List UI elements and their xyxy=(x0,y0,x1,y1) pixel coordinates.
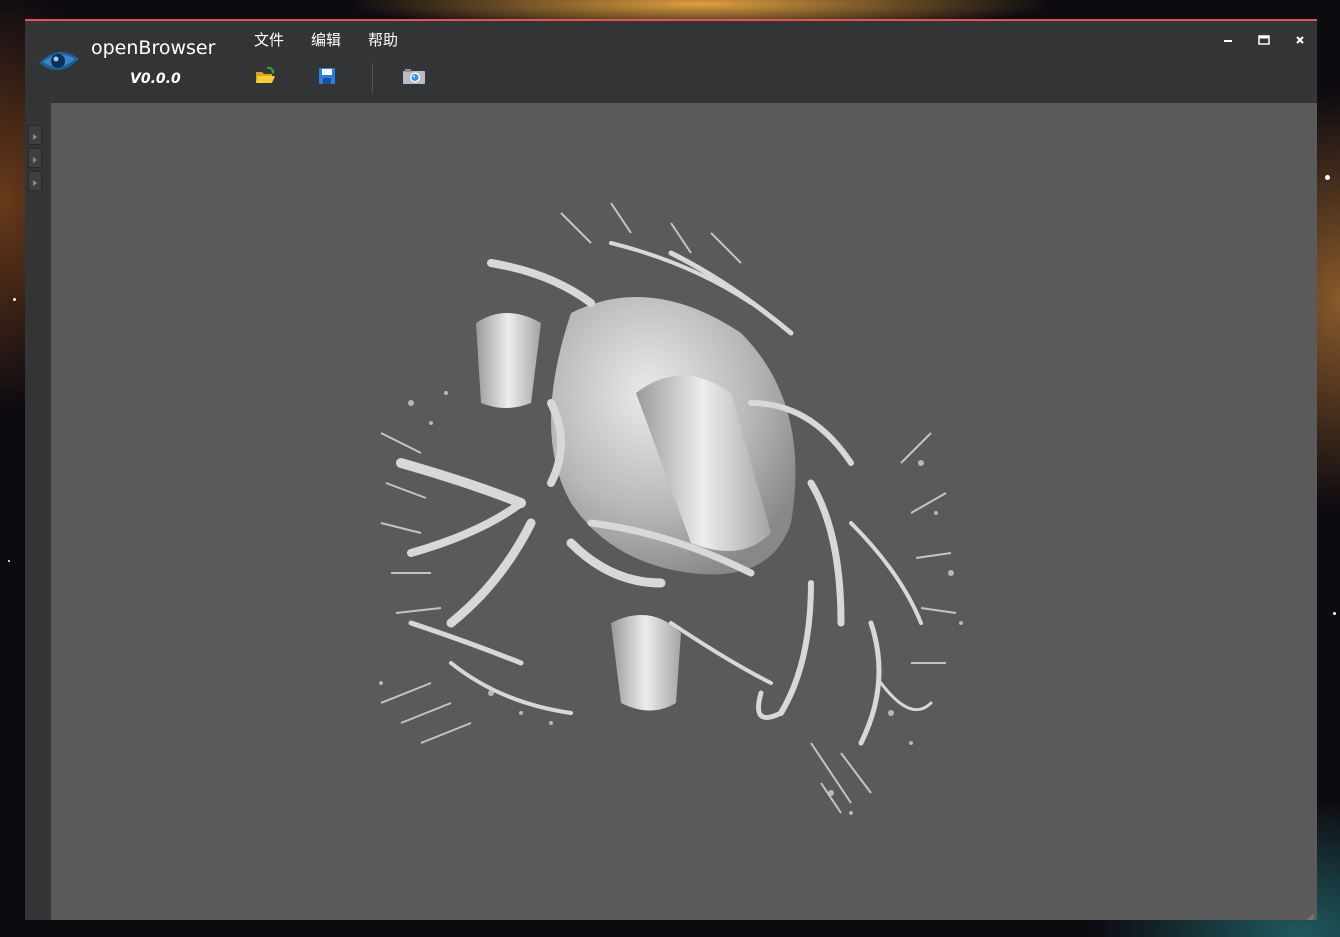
background-star xyxy=(1325,175,1330,180)
camera-icon xyxy=(402,67,426,89)
eye-logo-icon xyxy=(37,43,81,79)
title-bar[interactable]: openBrowser V0.0.0 文件 编辑 帮助 xyxy=(25,21,1317,103)
toolbar xyxy=(254,63,425,93)
maximize-icon xyxy=(1258,31,1270,50)
volume-render-model xyxy=(379,202,963,815)
side-panel-toggle-3[interactable] xyxy=(28,171,42,191)
close-icon xyxy=(1294,31,1306,50)
side-panel-toggle-1[interactable] xyxy=(28,125,42,145)
save-icon xyxy=(318,67,336,89)
resize-grip-icon[interactable] xyxy=(1305,908,1315,920)
menu-edit[interactable]: 编辑 xyxy=(311,29,341,50)
background-star xyxy=(13,298,16,301)
close-button[interactable] xyxy=(1291,31,1309,49)
menu-help[interactable]: 帮助 xyxy=(368,29,398,50)
app-title: openBrowser xyxy=(91,37,216,59)
app-window: openBrowser V0.0.0 文件 编辑 帮助 xyxy=(25,19,1317,920)
expand-arrow-icon xyxy=(32,172,38,191)
open-folder-icon xyxy=(254,66,276,90)
open-folder-button[interactable] xyxy=(254,66,276,90)
background-star xyxy=(1333,612,1336,615)
minimize-icon xyxy=(1222,31,1234,50)
app-version: V0.0.0 xyxy=(130,71,181,87)
left-side-panel xyxy=(25,103,51,920)
background-star xyxy=(8,560,10,562)
screenshot-button[interactable] xyxy=(403,67,425,89)
save-button[interactable] xyxy=(316,67,338,89)
maximize-button[interactable] xyxy=(1255,31,1273,49)
menu-file[interactable]: 文件 xyxy=(254,29,284,50)
minimize-button[interactable] xyxy=(1219,31,1237,49)
expand-arrow-icon xyxy=(32,126,38,145)
window-controls xyxy=(1219,31,1309,49)
menu-bar: 文件 编辑 帮助 xyxy=(254,29,398,50)
side-panel-toggle-2[interactable] xyxy=(28,148,42,168)
toolbar-separator xyxy=(372,63,373,93)
expand-arrow-icon xyxy=(32,149,38,168)
3d-render-viewport[interactable] xyxy=(51,103,1317,920)
